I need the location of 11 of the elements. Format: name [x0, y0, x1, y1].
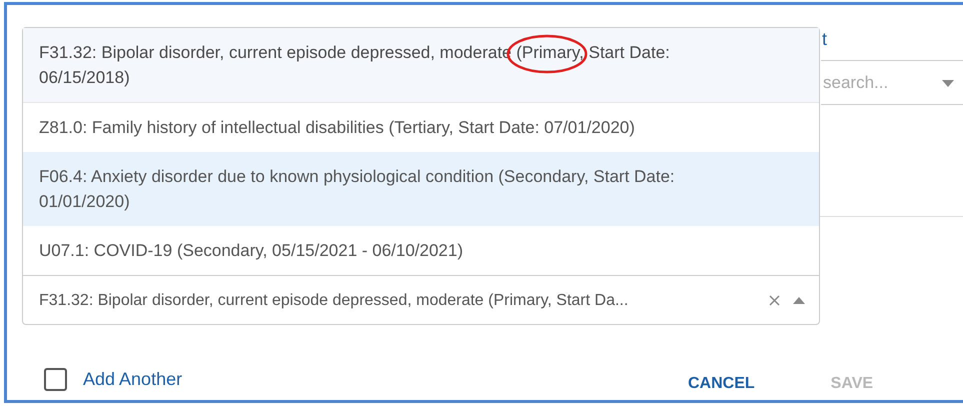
link-text[interactable]: t	[822, 29, 828, 49]
checkbox-label[interactable]: Add Another	[83, 366, 182, 393]
dropdown-option[interactable]: F06.4: Anxiety disorder due to known physiological condition (Secondary, Start Date: 01/01/2020)	[23, 152, 819, 226]
search-input[interactable]: search...	[823, 70, 923, 96]
search-field[interactable]: search...	[821, 60, 963, 105]
caret-icon	[942, 80, 954, 87]
caret-icon[interactable]	[793, 296, 805, 304]
cancel-button[interactable]: CANCEL	[672, 372, 771, 396]
checkbox[interactable]	[44, 368, 67, 391]
clear-icon[interactable]	[769, 294, 780, 306]
select-field[interactable]: F31.32: Bipolar disorder, current episode depressed, moderate (Primary, Start Da...	[23, 275, 819, 324]
